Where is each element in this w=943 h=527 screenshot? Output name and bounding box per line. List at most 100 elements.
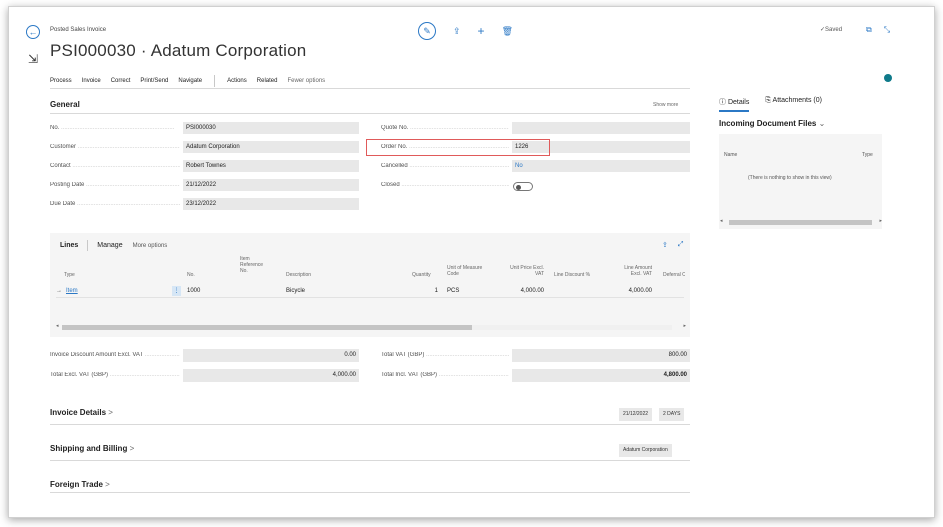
field-label-due-date: Due Date [50,201,180,207]
share-icon[interactable]: ⇪ [662,241,668,249]
general-section-title[interactable]: General [50,100,80,109]
divider [50,88,690,89]
row-description[interactable]: Bicycle [286,288,305,294]
scroll-left-icon[interactable]: ◂ [720,218,723,224]
factbox-tabs: ⓘ Details ⎘ Attachments (0) [719,97,822,112]
action-related[interactable]: Related [257,78,278,84]
row-uom[interactable]: PCS [447,288,459,294]
action-actions[interactable]: Actions [227,78,247,84]
factbox-tab-details[interactable]: ⓘ Details [719,97,750,112]
chevron-down-icon: ⌄ [818,119,826,128]
column-header-unit-price[interactable]: Unit Price Excl. VAT [502,265,544,277]
column-header-deferral[interactable]: Deferral C [663,272,685,278]
row-menu-icon[interactable]: ⋮ [172,286,181,296]
open-new-window-icon[interactable]: ⧉ [866,25,872,35]
field-value-customer[interactable]: Adatum Corporation [183,141,359,153]
info-circle-icon: ⓘ [719,99,726,106]
factbox-title[interactable]: Incoming Document Files ⌄ [719,119,825,128]
action-correct[interactable]: Correct [111,78,131,84]
top-actions: ✎ ⇪ + 🗑 [418,22,513,40]
field-label-quote-no: Quote No. [381,125,509,131]
delete-icon[interactable]: 🗑 [502,26,513,37]
back-icon[interactable]: ← [26,25,40,39]
chevron-right-icon: > [108,408,113,417]
field-value-posting-date: 21/12/2022 [183,179,359,191]
action-print-send[interactable]: Print/Send [140,78,168,84]
column-header-line-discount[interactable]: Line Discount % [554,272,590,278]
total-incl-value: 4,800.00 [512,369,690,382]
total-vat-label: Total VAT (GBP) [381,352,509,358]
inv-discount-value: 0.00 [183,349,359,362]
lines-scrollbar[interactable]: ◂ ▸ [56,323,686,332]
column-header-quantity[interactable]: Quantity [412,272,431,278]
expand-icon[interactable]: ⤢ [678,241,684,249]
factbox-column-type[interactable]: Type [862,152,873,158]
show-more-link[interactable]: Show more [653,102,678,108]
invoice-details-title: Invoice Details [50,408,107,417]
column-header-uom[interactable]: Unit of Measure Code [447,265,489,277]
factbox-tab-attachments[interactable]: ⎘ Attachments (0) [765,97,822,112]
edit-icon[interactable]: ✎ [418,22,436,40]
action-invoice[interactable]: Invoice [82,78,101,84]
invoice-details-fasttab[interactable]: Invoice Details > [50,408,113,417]
action-navigate[interactable]: Navigate [178,78,202,84]
scroll-right-icon[interactable]: ▸ [879,218,882,224]
field-label-cancelled: Cancelled [381,163,509,169]
scroll-thumb[interactable] [62,325,472,330]
foreign-trade-fasttab[interactable]: Foreign Trade > [50,480,110,489]
action-process[interactable]: Process [50,78,72,84]
lines-tab[interactable]: Lines [60,242,78,249]
factbox-column-name[interactable]: Name [724,152,737,158]
row-quantity[interactable]: 1 [430,288,438,294]
action-fewer-options[interactable]: Fewer options [287,78,325,84]
field-label-posting-date: Posting Date [50,182,180,188]
field-value-cancelled[interactable]: No [512,160,690,172]
scroll-thumb[interactable] [729,220,872,225]
column-header-item-reference[interactable]: Item Reference No. [240,256,270,274]
mouse-pointer-icon: ⇲ [28,52,39,66]
factbox-scrollbar[interactable]: ◂ ▸ [720,218,882,226]
invoice-details-days: 2 DAYS [658,408,685,421]
inv-discount-label: Invoice Discount Amount Excl. VAT [50,352,180,358]
order-no-highlight [366,139,550,156]
factbox-panel [719,134,882,229]
shipping-billing-title: Shipping and Billing [50,444,128,453]
column-header-description[interactable]: Description [286,272,311,278]
field-label-closed: Closed [381,182,509,188]
share-icon[interactable]: ⇪ [453,26,461,37]
field-value-due-date[interactable]: 23/12/2022 [183,198,359,210]
column-header-line-amount[interactable]: Line Amount Excl. VAT [612,265,652,277]
window-icons: ⧉ ⤡ [866,25,890,35]
more-options-tab[interactable]: More options [133,243,168,249]
action-separator [214,75,216,87]
shipping-billing-fasttab[interactable]: Shipping and Billing > [50,444,134,453]
row-type[interactable]: Item [66,288,78,294]
column-header-type[interactable]: Type [64,272,75,278]
new-icon[interactable]: + [478,24,485,38]
field-label-no: No. [50,125,180,131]
column-header-no[interactable]: No. [187,272,195,278]
row-arrow-icon: → [56,288,62,294]
foreign-trade-title: Foreign Trade [50,480,103,489]
manage-tab[interactable]: Manage [97,242,122,249]
chevron-right-icon: > [105,480,110,489]
collapse-icon[interactable]: ⤡ [884,25,890,35]
total-excl-label: Total Excl. VAT (GBP) [50,372,180,378]
scroll-right-icon[interactable]: ▸ [683,323,686,329]
row-line-amount[interactable]: 4,000.00 [612,288,652,294]
row-divider [56,297,684,298]
divider [50,113,690,114]
saved-status: ✓Saved [820,27,843,33]
shipping-summary: Adatum Corporation [618,444,672,457]
closed-toggle[interactable] [513,182,533,191]
invoice-details-date: 21/12/2022 [618,408,653,421]
row-no[interactable]: 1000 [187,288,200,294]
info-icon[interactable] [884,74,892,82]
row-unit-price[interactable]: 4,000.00 [502,288,544,294]
field-value-contact[interactable]: Robert Townes [183,160,359,172]
divider [50,424,690,425]
scroll-left-icon[interactable]: ◂ [56,323,59,329]
total-incl-label: Total Incl. VAT (GBP) [381,372,509,378]
field-label-contact: Contact [50,163,180,169]
factbox-empty-message: (There is nothing to show in this view) [748,175,832,181]
